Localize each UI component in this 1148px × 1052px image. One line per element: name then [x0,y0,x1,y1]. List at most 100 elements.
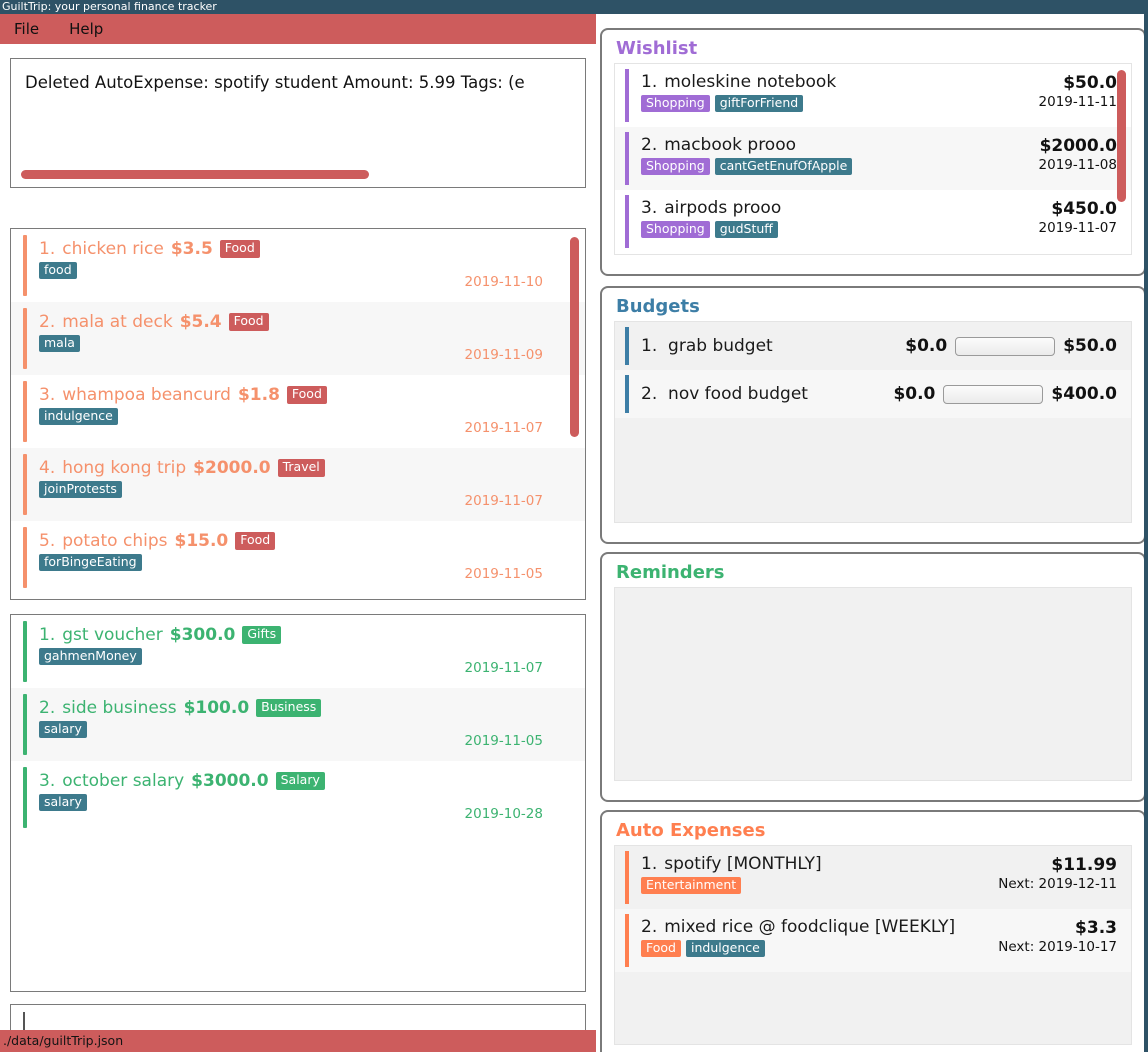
row-category-chip: Food [235,532,276,550]
wishlist-row[interactable]: 2. macbook prooo Shopping cantGetEnufOfA… [615,127,1131,190]
row-headline: 1. chicken rice $3.5 Food [39,239,465,259]
row-date: 2019-11-08 [1038,157,1117,173]
row-amount: $3.3 [1075,918,1117,938]
budget-meter: $0.0 $400.0 [893,384,1117,404]
entry-tag: gahmenMoney [39,648,142,666]
row-tags: Entertainment [641,877,998,895]
budget-label: 2. nov food budget [615,384,893,404]
row-headline: 5. potato chips $15.0 Food [39,531,465,551]
entry-tag: salary [39,721,87,739]
row-accent-bar [625,914,629,967]
income-row[interactable]: 2. side business $100.0 Business salary … [11,688,585,761]
row-body: 4. hong kong trip $2000.0 Travel joinPro… [11,458,465,499]
row-tags: indulgence [39,408,465,426]
income-row[interactable]: 3. october salary $3000.0 Salary salary … [11,761,585,834]
row-category-chip: Business [256,699,322,717]
row-body: 5. potato chips $15.0 Food forBingeEatin… [11,531,465,572]
entry-tag: indulgence [685,940,765,958]
income-rows: 1. gst voucher $300.0 Gifts gahmenMoney … [11,615,585,834]
menu-item-help[interactable]: Help [69,14,103,44]
row-title: moleskine notebook [664,72,837,92]
row-date: 2019-10-28 [464,806,543,822]
row-category-chip: Salary [275,772,325,790]
row-index: 3. [641,198,658,218]
income-row[interactable]: 1. gst voucher $300.0 Gifts gahmenMoney … [11,615,585,688]
row-index: 2. [39,312,56,332]
row-title: grab budget [668,336,773,356]
row-body: 3. whampoa beancurd $1.8 Food indulgence [11,385,465,426]
row-accent-bar [625,69,629,122]
row-title: potato chips [62,531,168,551]
expense-list-scrollbar[interactable] [570,237,579,437]
expense-row[interactable]: 1. chicken rice $3.5 Food food 2019-11-1… [11,229,585,302]
result-log-horizontal-scrollbar[interactable] [21,170,369,179]
row-index: 3. [39,771,56,791]
menu-item-file[interactable]: File [14,14,39,44]
wishlist-row[interactable]: 3. airpods prooo Shopping gudStuff $450.… [615,190,1131,253]
row-amount: $5.4 [179,312,222,332]
row-category-chip: Food [641,940,681,958]
row-tags: gahmenMoney [39,648,465,666]
row-meta: $450.0 2019-11-07 [1039,198,1117,236]
budget-row[interactable]: 2. nov food budget $0.0 $400.0 [615,370,1131,418]
row-amount: $2000.0 [1039,136,1117,156]
row-category-chip: Shopping [641,95,710,113]
row-title: airpods prooo [664,198,782,218]
row-index: 3. [39,385,56,405]
row-date: 2019-11-10 [464,274,543,290]
row-accent-bar [625,132,629,185]
row-accent-bar [23,235,27,296]
expense-rows: 1. chicken rice $3.5 Food food 2019-11-1… [11,229,585,594]
auto-expense-row[interactable]: 1. spotify [MONTHLY] Entertainment $11.9… [615,846,1131,909]
wishlist-scrollbar[interactable] [1117,70,1126,202]
row-date: 2019-11-07 [464,660,543,676]
row-category-chip: Travel [277,459,325,477]
budget-total: $50.0 [1063,336,1117,356]
row-amount: $1.8 [237,385,280,405]
row-headline: 2. side business $100.0 Business [39,698,465,718]
row-headline: 4. hong kong trip $2000.0 Travel [39,458,465,478]
row-accent-bar [23,308,27,369]
row-index: 1. [39,625,56,645]
result-log-box: Deleted AutoExpense: spotify student Amo… [10,58,586,188]
reminders-body [614,587,1132,781]
row-title: mixed rice @ foodclique [WEEKLY] [664,917,956,937]
row-index: 5. [39,531,56,551]
row-tags: mala [39,335,465,353]
expense-list-panel: 1. chicken rice $3.5 Food food 2019-11-1… [10,228,586,600]
budget-total: $400.0 [1051,384,1117,404]
row-headline: 2. macbook prooo [641,135,1039,155]
budget-row[interactable]: 1. grab budget $0.0 $50.0 [615,322,1131,370]
window-title-bar: GuiltTrip: your personal finance tracker [0,0,1148,14]
row-amount: $15.0 [174,531,229,551]
auto-expenses-body: 1. spotify [MONTHLY] Entertainment $11.9… [614,845,1132,1045]
budget-progress-bar [955,336,1056,356]
row-tags: Shopping giftForFriend [641,95,1039,113]
row-index: 1. [641,336,658,356]
row-title: macbook prooo [664,135,797,155]
expense-row[interactable]: 2. mala at deck $5.4 Food mala 2019-11-0… [11,302,585,375]
income-list-panel: 1. gst voucher $300.0 Gifts gahmenMoney … [10,614,586,992]
wishlist-row[interactable]: 1. moleskine notebook Shopping giftForFr… [615,64,1131,127]
application-window: GuiltTrip: your personal finance tracker… [0,0,1148,1052]
row-tags: salary [39,794,465,812]
row-title: gst voucher [62,625,163,645]
row-date: 2019-11-07 [464,420,543,436]
row-date: Next: 2019-12-11 [998,876,1117,892]
budget-rows: 1. grab budget $0.0 $50.0 2. nov food bu… [615,322,1131,418]
row-title: hong kong trip [62,458,187,478]
row-accent-bar [625,195,629,248]
expense-row[interactable]: 3. whampoa beancurd $1.8 Food indulgence… [11,375,585,448]
row-date: 2019-11-07 [464,493,543,509]
row-amount: $100.0 [183,698,250,718]
wishlist-rows: 1. moleskine notebook Shopping giftForFr… [615,64,1131,253]
expense-row[interactable]: 4. hong kong trip $2000.0 Travel joinPro… [11,448,585,521]
expense-row[interactable]: 5. potato chips $15.0 Food forBingeEatin… [11,521,585,594]
row-accent-bar [23,527,27,588]
window-scrollbar[interactable] [1144,0,1148,1052]
wishlist-title: Wishlist [616,38,698,59]
row-tags: Food indulgence [641,940,998,958]
row-headline: 2. mixed rice @ foodclique [WEEKLY] [641,917,998,937]
row-body: 1. chicken rice $3.5 Food food [11,239,465,280]
auto-expense-row[interactable]: 2. mixed rice @ foodclique [WEEKLY] Food… [615,909,1131,972]
